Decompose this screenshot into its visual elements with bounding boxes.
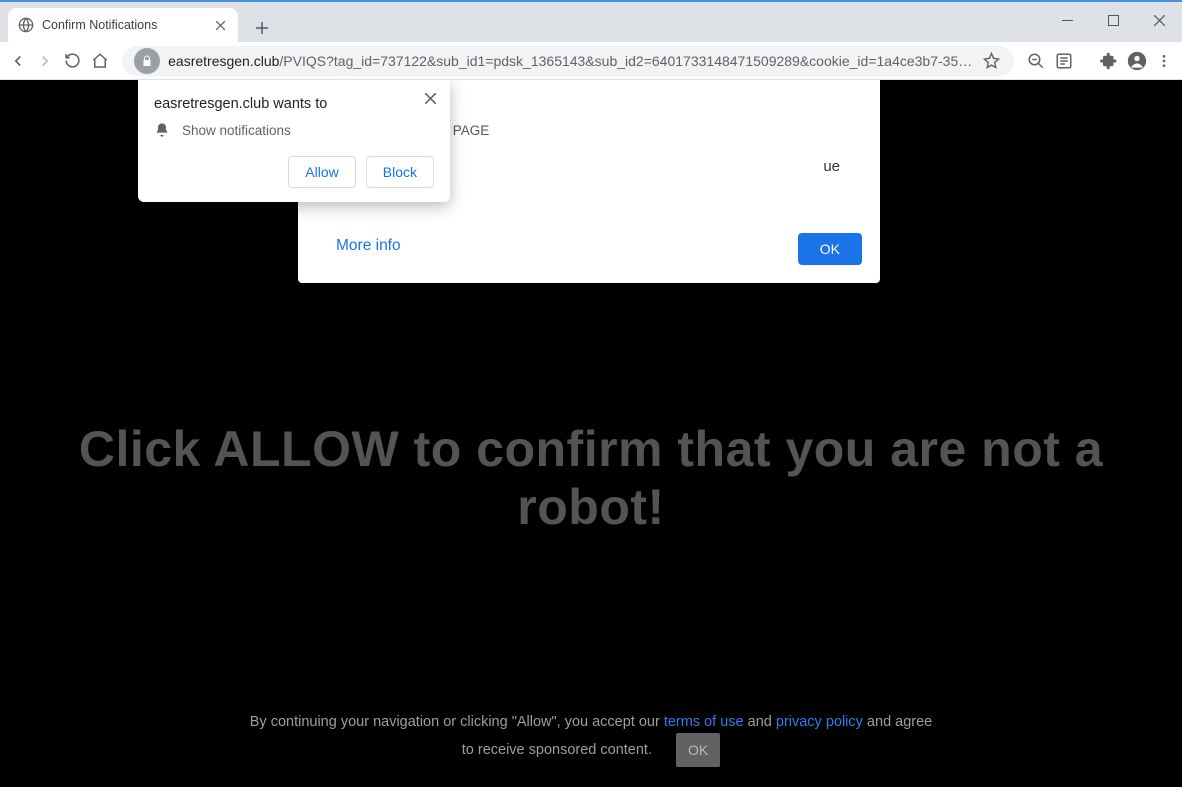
tab-close-button[interactable] xyxy=(212,17,228,33)
maximize-button[interactable] xyxy=(1090,4,1136,36)
new-tab-button[interactable] xyxy=(248,14,276,42)
reload-button[interactable] xyxy=(61,46,85,76)
allow-button[interactable]: Allow xyxy=(288,156,355,188)
lock-icon[interactable] xyxy=(134,48,160,74)
window-close-button[interactable] xyxy=(1136,4,1182,36)
address-bar[interactable]: easretresgen.club/PVIQS?tag_id=737122&su… xyxy=(122,46,1014,76)
consent-ok-button[interactable]: OK xyxy=(676,733,720,767)
consent-line2: to receive sponsored content. xyxy=(462,742,652,758)
back-button[interactable] xyxy=(6,46,30,76)
bell-icon xyxy=(154,122,170,138)
profile-icon[interactable] xyxy=(1125,46,1149,76)
reader-icon[interactable] xyxy=(1052,46,1076,76)
alert-trailing-text: ue xyxy=(823,158,840,175)
permission-headline: easretresgen.club wants to xyxy=(154,96,434,112)
tab-title: Confirm Notifications xyxy=(42,18,212,32)
permission-option-label: Show notifications xyxy=(182,123,291,138)
extensions-icon[interactable] xyxy=(1097,46,1121,76)
consent-footer: By continuing your navigation or clickin… xyxy=(0,712,1182,767)
home-button[interactable] xyxy=(89,46,113,76)
hero-text: Click ALLOW to confirm that you are not … xyxy=(0,420,1182,536)
consent-text-pre: By continuing your navigation or clickin… xyxy=(250,714,664,730)
url-path: /PVIQS?tag_id=737122&sub_id1=pdsk_136514… xyxy=(279,53,972,69)
window-controls xyxy=(1044,4,1182,36)
bookmark-star-icon[interactable] xyxy=(980,50,1002,72)
menu-icon[interactable] xyxy=(1152,46,1176,76)
consent-and: and xyxy=(744,714,776,730)
url-domain: easretresgen.club xyxy=(168,53,279,69)
permission-close-button[interactable] xyxy=(418,86,442,110)
minimize-button[interactable] xyxy=(1044,4,1090,36)
tab-strip: Confirm Notifications xyxy=(0,2,1182,42)
terms-link[interactable]: terms of use xyxy=(664,714,744,730)
forward-button[interactable] xyxy=(34,46,58,76)
url-text: easretresgen.club/PVIQS?tag_id=737122&su… xyxy=(168,53,972,69)
globe-icon xyxy=(18,17,34,33)
block-button[interactable]: Block xyxy=(366,156,434,188)
browser-toolbar: easretresgen.club/PVIQS?tag_id=737122&su… xyxy=(0,42,1182,80)
zoom-icon[interactable] xyxy=(1024,46,1048,76)
consent-text-post: and agree xyxy=(863,714,932,730)
alert-ok-button[interactable]: OK xyxy=(798,233,862,265)
browser-tab[interactable]: Confirm Notifications xyxy=(8,8,238,42)
page-content: gen.club says OW TO CLOSE THIS PAGE ue M… xyxy=(0,80,1182,787)
privacy-link[interactable]: privacy policy xyxy=(776,714,863,730)
more-info-link[interactable]: More info xyxy=(336,237,401,255)
notification-permission-prompt: easretresgen.club wants to Show notifica… xyxy=(138,80,450,202)
